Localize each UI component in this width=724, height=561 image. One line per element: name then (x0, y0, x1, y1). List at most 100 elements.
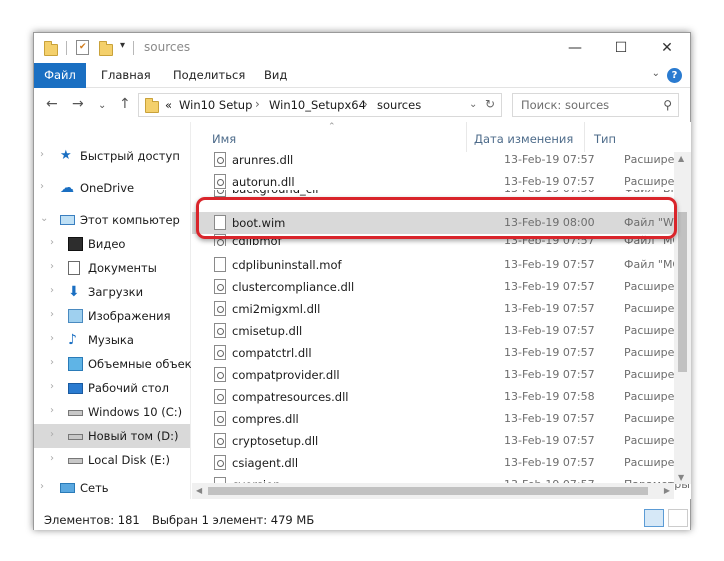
nav-item-drive-c[interactable]: › Windows 10 (C:) (34, 400, 190, 424)
file-date: 13-Feb-19 07:57 (504, 368, 595, 381)
file-row[interactable]: compatprovider.dll 13-Feb-19 07:57 Расшире… (192, 364, 691, 386)
recent-locations-icon[interactable]: ⌄ (98, 99, 106, 113)
breadcrumb-item[interactable]: sources (377, 98, 421, 112)
scroll-up-icon[interactable]: ▲ (678, 154, 684, 163)
breadcrumb-item[interactable]: Win10 Setup (179, 98, 252, 112)
nav-item-label: Windows 10 (C:) (88, 405, 183, 419)
expand-icon[interactable]: › (50, 333, 54, 344)
nav-item-drive-e[interactable]: › Local Disk (E:) (34, 448, 190, 472)
file-row[interactable]: cmisetup.dll13-Feb-19 07:57Расширение пр (192, 320, 691, 342)
expand-icon[interactable]: › (50, 237, 54, 248)
chevron-down-icon[interactable]: ⌄ (469, 99, 477, 110)
minimize-button[interactable]: — (552, 33, 598, 63)
computer-icon (60, 215, 75, 225)
desktop-icon (68, 383, 83, 394)
column-divider[interactable] (584, 122, 585, 152)
video-icon (68, 237, 83, 251)
expand-icon[interactable]: › (50, 381, 54, 392)
drive-icon (68, 410, 83, 416)
scroll-down-icon[interactable]: ▼ (678, 473, 684, 482)
expand-icon[interactable]: › (50, 261, 54, 272)
file-row[interactable]: clustercompliance.dll 13-Feb-19 07:57 Расш… (192, 276, 691, 298)
file-date: 13-Feb-19 07:57 (504, 153, 595, 166)
file-row[interactable]: arunres.dll13-Feb-19 07:57Расширение пр (192, 149, 691, 171)
nav-item-pictures[interactable]: › Изображения (34, 304, 190, 328)
forward-arrow-icon[interactable]: → (72, 97, 84, 111)
nav-item-label: OneDrive (80, 181, 135, 195)
expand-icon[interactable]: › (50, 405, 54, 416)
file-row[interactable]: cmi2migxml.dll 13-Feb-19 07:57 Расширение … (192, 298, 691, 320)
tab-share[interactable]: Поделиться (173, 63, 245, 88)
nav-item-downloads[interactable]: › ⬇ Загрузки (34, 280, 190, 304)
file-row[interactable]: compres.dll13-Feb-19 07:57Расширение пр (192, 408, 691, 430)
nav-item-onedrive[interactable]: › ☁ OneDrive (34, 176, 190, 200)
scroll-right-icon[interactable]: ▶ (664, 486, 670, 495)
expand-icon[interactable]: › (50, 429, 54, 440)
scroll-thumb[interactable] (208, 487, 648, 495)
breadcrumb-overflow[interactable]: « (165, 98, 172, 112)
expand-icon[interactable]: › (50, 285, 54, 296)
file-icon (214, 411, 226, 426)
file-row[interactable]: cryptosetup.dll 13-Feb-19 07:57 Расширение… (192, 430, 691, 452)
expand-icon[interactable]: › (50, 309, 54, 320)
expand-icon[interactable]: › (50, 453, 54, 464)
file-row[interactable]: cdplibuninstall.mof 13-Feb-19 07:57 Файл "… (192, 254, 691, 276)
nav-item-network[interactable]: › Сеть (34, 476, 190, 499)
expand-icon[interactable]: › (40, 481, 44, 492)
file-row[interactable]: compatctrl.dll 13-Feb-19 07:57 Расширение … (192, 342, 691, 364)
file-row[interactable]: compatresources.dll 13-Feb-19 07:58 Расшир… (192, 386, 691, 408)
tab-home[interactable]: Главная (101, 63, 151, 88)
address-bar[interactable]: « Win10 Setup › Win10_Setupx64 › sources… (138, 93, 502, 117)
horizontal-scrollbar[interactable]: ◀ ▶ (192, 483, 674, 499)
new-folder-icon[interactable] (99, 41, 113, 56)
nav-item-label: Рабочий стол (88, 381, 169, 395)
expand-icon[interactable]: › (40, 181, 44, 192)
nav-item-documents[interactable]: › Документы (34, 256, 190, 280)
chevron-right-icon[interactable]: › (363, 97, 368, 111)
selection-info: Выбран 1 элемент: 479 МБ (152, 513, 315, 527)
quick-access-dropdown-icon[interactable]: ▾ (120, 40, 125, 51)
column-name[interactable]: Имя (212, 132, 236, 146)
nav-item-quick-access[interactable]: › ★ Быстрый доступ (34, 144, 190, 168)
nav-item-videos[interactable]: › Видео (34, 232, 190, 256)
maximize-button[interactable]: ☐ (598, 33, 644, 63)
nav-item-drive-d[interactable]: › Новый том (D:) (34, 424, 190, 448)
scroll-thumb[interactable] (678, 212, 687, 372)
search-input[interactable]: Поиск: sources ⚲ (512, 93, 679, 117)
breadcrumb-item[interactable]: Win10_Setupx64 (269, 98, 366, 112)
nav-item-label: Видео (88, 237, 126, 251)
file-type: Файл "BMP" (624, 190, 674, 195)
music-icon: ♪ (68, 332, 77, 348)
expand-icon[interactable]: › (50, 357, 54, 368)
help-icon[interactable]: ? (667, 68, 682, 83)
details-view-icon[interactable] (644, 509, 664, 527)
chevron-right-icon[interactable]: › (255, 97, 260, 111)
file-icon (214, 257, 226, 272)
column-divider[interactable] (466, 122, 467, 152)
column-type[interactable]: Тип (594, 132, 616, 146)
vertical-scrollbar[interactable]: ▲ ▼ (674, 152, 691, 484)
large-icons-view-icon[interactable] (668, 509, 688, 527)
file-row[interactable]: csiagent.dll13-Feb-19 07:57Расширение пр (192, 452, 691, 474)
nav-item-this-pc[interactable]: ⌄ Этот компьютер (34, 208, 190, 232)
expand-icon[interactable]: › (40, 149, 44, 160)
column-date[interactable]: Дата изменения (474, 132, 573, 146)
nav-item-label: Сеть (80, 481, 109, 495)
collapse-icon[interactable]: ⌄ (40, 213, 48, 224)
tab-file[interactable]: Файл (34, 63, 86, 88)
nav-item-3d-objects[interactable]: › Объемные объекты (34, 352, 191, 376)
tab-view[interactable]: Вид (264, 63, 287, 88)
file-icon (214, 389, 226, 404)
refresh-icon[interactable]: ↻ (485, 97, 495, 111)
scroll-left-icon[interactable]: ◀ (196, 486, 202, 495)
ribbon-expand-icon[interactable]: ⌄ (652, 68, 660, 79)
nav-item-desktop[interactable]: › Рабочий стол (34, 376, 190, 400)
nav-item-music[interactable]: › ♪ Музыка (34, 328, 190, 352)
ribbon: Файл Главная Поделиться Вид ⌄ ? (34, 63, 690, 88)
close-button[interactable]: ✕ (644, 33, 690, 63)
up-arrow-icon[interactable]: ↑ (119, 97, 131, 111)
3d-objects-icon (68, 357, 83, 371)
properties-icon[interactable]: ✔ (76, 40, 89, 55)
back-arrow-icon[interactable]: ← (46, 97, 58, 111)
divider (190, 122, 191, 499)
